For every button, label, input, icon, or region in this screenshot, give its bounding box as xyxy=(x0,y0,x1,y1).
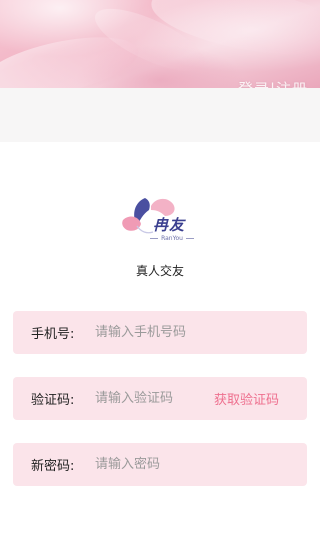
phone-field: 手机号: xyxy=(13,311,307,354)
header-divider-band xyxy=(0,88,320,142)
get-code-button[interactable]: 获取验证码 xyxy=(214,389,307,408)
code-label: 验证码: xyxy=(31,393,75,408)
verification-code-field: 验证码: 获取验证码 xyxy=(13,377,307,420)
brand-subtitle: RanYou xyxy=(144,235,200,242)
brand-name: 冉友 xyxy=(153,216,186,234)
phone-input[interactable] xyxy=(95,311,307,354)
password-label: 新密码: xyxy=(31,459,75,474)
new-password-field: 新密码: xyxy=(13,443,307,486)
app-logo: 冉友 RanYou xyxy=(115,192,205,252)
password-input[interactable] xyxy=(95,443,307,486)
header-banner-image xyxy=(0,0,320,88)
code-input[interactable] xyxy=(95,377,214,420)
phone-label: 手机号: xyxy=(31,327,75,342)
brand-tagline: 真人交友 xyxy=(135,264,184,278)
